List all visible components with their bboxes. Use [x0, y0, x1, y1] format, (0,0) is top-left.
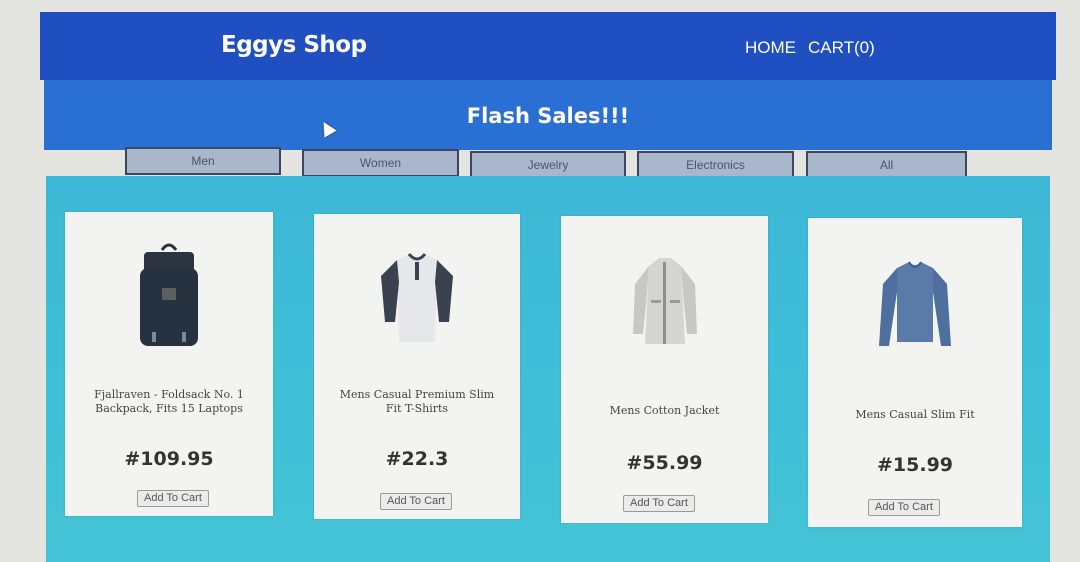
- add-to-cart-button[interactable]: Add To Cart: [623, 495, 695, 512]
- product-price: #22.3: [385, 448, 449, 470]
- add-to-cart-button[interactable]: Add To Cart: [380, 493, 452, 510]
- tab-electronics[interactable]: Electronics: [637, 151, 794, 179]
- product-card[interactable]: Mens Casual Premium Slim Fit T-Shirts #2…: [314, 214, 520, 519]
- banner-title: Flash Sales!!!: [466, 104, 630, 128]
- product-name: Mens Casual Slim Fit: [855, 408, 975, 421]
- tab-men[interactable]: Men: [125, 147, 281, 175]
- backpack-icon: [65, 240, 273, 360]
- product-name: Mens Casual Premium Slim Fit T-Shirts: [339, 388, 495, 415]
- nav-home-link[interactable]: HOME: [745, 38, 796, 58]
- product-grid: Fjallraven - Foldsack No. 1 Backpack, Fi…: [46, 176, 1050, 562]
- product-price: #15.99: [876, 454, 954, 476]
- add-to-cart-button[interactable]: Add To Cart: [868, 499, 940, 516]
- tab-women[interactable]: Women: [302, 149, 459, 177]
- tshirt-icon: [314, 242, 520, 362]
- main-nav: HOME CART(0): [745, 38, 875, 58]
- add-to-cart-button[interactable]: Add To Cart: [137, 490, 209, 507]
- product-card[interactable]: Mens Cotton Jacket #55.99 Add To Cart: [561, 216, 768, 523]
- longsleeve-icon: [808, 246, 1022, 366]
- product-price: #55.99: [626, 452, 703, 474]
- jacket-icon: [561, 244, 768, 364]
- product-card[interactable]: Fjallraven - Foldsack No. 1 Backpack, Fi…: [65, 212, 273, 516]
- nav-cart-link[interactable]: CART(0): [808, 38, 875, 58]
- site-header: Eggys Shop HOME CART(0): [40, 12, 1056, 80]
- tab-jewelry[interactable]: Jewelry: [470, 151, 626, 179]
- product-card[interactable]: Mens Casual Slim Fit #15.99 Add To Cart: [808, 218, 1022, 527]
- tab-all[interactable]: All: [806, 151, 967, 179]
- flash-sales-banner: Flash Sales!!!: [44, 80, 1052, 150]
- product-name: Fjallraven - Foldsack No. 1 Backpack, Fi…: [94, 388, 244, 415]
- brand-logo[interactable]: Eggys Shop: [221, 32, 367, 58]
- product-price: #109.95: [124, 448, 214, 470]
- product-name: Mens Cotton Jacket: [609, 404, 720, 417]
